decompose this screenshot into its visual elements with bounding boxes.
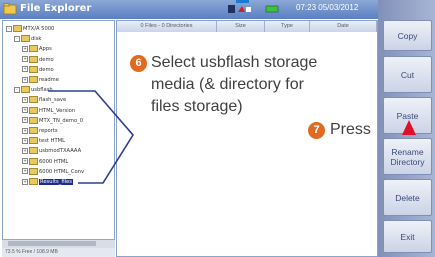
column-header-date[interactable]: Date bbox=[310, 21, 377, 32]
expand-toggle-icon[interactable]: - bbox=[6, 25, 12, 32]
tree-item-label: 6000 HTML bbox=[39, 158, 69, 165]
title-bar: File Explorer 07:23 05/03/2012 bbox=[0, 0, 378, 19]
folder-icon bbox=[29, 116, 38, 124]
expand-toggle-icon[interactable]: + bbox=[22, 178, 28, 185]
delete-button[interactable]: Delete bbox=[383, 179, 432, 216]
exit-button[interactable]: Exit bbox=[383, 220, 432, 253]
tree-item-label: usbmodTXAAAA bbox=[39, 148, 82, 155]
tree-item[interactable]: + demo bbox=[22, 65, 54, 73]
expand-toggle-icon[interactable]: + bbox=[22, 56, 28, 63]
expand-toggle-icon[interactable]: + bbox=[22, 137, 28, 144]
folder-icon bbox=[29, 178, 38, 185]
folder-icon bbox=[29, 106, 38, 114]
step-6-line-3: files storage) bbox=[151, 98, 243, 115]
paste-button[interactable]: Paste bbox=[383, 97, 432, 134]
folder-icon bbox=[29, 147, 38, 155]
folder-icon bbox=[29, 157, 38, 165]
tree-item[interactable]: +6000 HTML bbox=[22, 157, 69, 165]
step-6-badge: 6 bbox=[130, 55, 147, 72]
folder-app-icon bbox=[3, 3, 17, 15]
step-7-label: Press bbox=[330, 121, 371, 138]
file-explorer-window: File Explorer 07:23 05/03/2012 - MTX/A 50… bbox=[0, 0, 435, 257]
expand-toggle-icon[interactable]: + bbox=[22, 147, 28, 154]
tree-item-label: demo bbox=[39, 56, 54, 63]
folder-icon bbox=[13, 25, 22, 32]
scrollbar-thumb[interactable] bbox=[8, 241, 96, 246]
step-6-line-1: Select usbflash storage bbox=[151, 54, 318, 71]
tree-item-label: Apps bbox=[39, 46, 52, 53]
tree-item-label: HTML_Version bbox=[39, 107, 76, 114]
clock-status: 07:23 05/03/2012 bbox=[296, 3, 359, 12]
folder-icon bbox=[29, 55, 38, 63]
tree-item[interactable]: - MTX/A 5000 bbox=[6, 25, 54, 32]
expand-toggle-icon[interactable]: + bbox=[22, 66, 28, 73]
tree-item[interactable]: + test HTML bbox=[22, 137, 66, 145]
usb-icon bbox=[228, 5, 235, 13]
tree-item[interactable]: +6000 HTML_Conv bbox=[22, 167, 85, 175]
cut-button[interactable]: Cut bbox=[383, 56, 432, 93]
folder-icon bbox=[29, 96, 38, 104]
expand-toggle-icon[interactable]: + bbox=[22, 45, 28, 52]
network-icon bbox=[246, 7, 251, 12]
status-icons bbox=[228, 5, 279, 13]
rename-directory-button[interactable]: Rename Directory bbox=[383, 138, 432, 175]
tree-horizontal-scrollbar[interactable] bbox=[2, 239, 115, 248]
step-7-badge: 7 bbox=[308, 122, 325, 139]
tree-item-label: MTX_TN_demo_0 bbox=[39, 117, 84, 124]
storage-status: 73.5 % Free / 108.9 MB bbox=[2, 248, 115, 257]
expand-toggle-icon[interactable]: + bbox=[22, 158, 28, 165]
tree-item[interactable]: + Results_files bbox=[22, 178, 73, 185]
tree-item-label: test HTML bbox=[39, 138, 66, 145]
folder-icon bbox=[29, 65, 38, 73]
expand-toggle-icon[interactable]: + bbox=[22, 76, 28, 83]
directory-tree[interactable]: - MTX/A 5000- disk + Apps + demo + demo + readme - u… bbox=[2, 20, 115, 253]
tree-item[interactable]: + reports bbox=[22, 127, 58, 134]
expand-toggle-icon[interactable]: + bbox=[22, 168, 28, 175]
tree-item-label: demo bbox=[39, 66, 54, 73]
tree-item[interactable]: + demo bbox=[22, 55, 54, 63]
folder-icon bbox=[29, 137, 38, 145]
tree-item[interactable]: + readme bbox=[22, 76, 59, 83]
tree-item-label: flash_save bbox=[39, 97, 67, 104]
tree-item[interactable]: - usbflash bbox=[14, 86, 53, 94]
folder-icon bbox=[29, 167, 38, 175]
tree-item-label: usbflash bbox=[31, 87, 53, 94]
column-header-type[interactable]: Type bbox=[265, 21, 310, 32]
battery-icon bbox=[265, 5, 279, 13]
copy-button[interactable]: Copy bbox=[383, 20, 432, 51]
tree-item-label: reports bbox=[39, 128, 58, 134]
folder-icon bbox=[29, 127, 38, 134]
tree-item[interactable]: + flash_save bbox=[22, 96, 67, 104]
column-header-files[interactable]: 0 Files - 0 Directories bbox=[117, 21, 217, 32]
folder-icon bbox=[29, 45, 38, 53]
tree-item[interactable]: + usbmodTXAAAA bbox=[22, 147, 82, 155]
folder-icon bbox=[21, 86, 30, 94]
tree-item[interactable]: - disk bbox=[14, 35, 42, 43]
tree-item-label: readme bbox=[39, 77, 59, 83]
expand-toggle-icon[interactable]: + bbox=[22, 127, 28, 134]
tree-item[interactable]: + MTX_TN_demo_0 bbox=[22, 116, 84, 124]
tree-item-label: 6000 HTML_Conv bbox=[39, 168, 85, 175]
tree-item-label: Results_files bbox=[39, 179, 73, 185]
expand-toggle-icon[interactable]: + bbox=[22, 96, 28, 103]
tree-item-label: disk bbox=[31, 36, 42, 43]
tree-item[interactable]: + Apps bbox=[22, 45, 52, 53]
step-6-line-2: media (& directory for bbox=[151, 76, 304, 93]
column-header-size[interactable]: Size bbox=[217, 21, 265, 32]
folder-icon bbox=[29, 76, 38, 83]
expand-toggle-icon[interactable]: - bbox=[14, 86, 20, 93]
tree-item[interactable]: + HTML_Version bbox=[22, 106, 76, 114]
window-title: File Explorer bbox=[20, 3, 92, 14]
expand-toggle-icon[interactable]: + bbox=[22, 107, 28, 114]
expand-toggle-icon[interactable]: - bbox=[14, 35, 20, 42]
folder-icon bbox=[21, 35, 30, 43]
warning-icon bbox=[238, 6, 245, 12]
tree-item-label: MTX/A 5000 bbox=[23, 26, 55, 32]
expand-toggle-icon[interactable]: + bbox=[22, 117, 28, 124]
